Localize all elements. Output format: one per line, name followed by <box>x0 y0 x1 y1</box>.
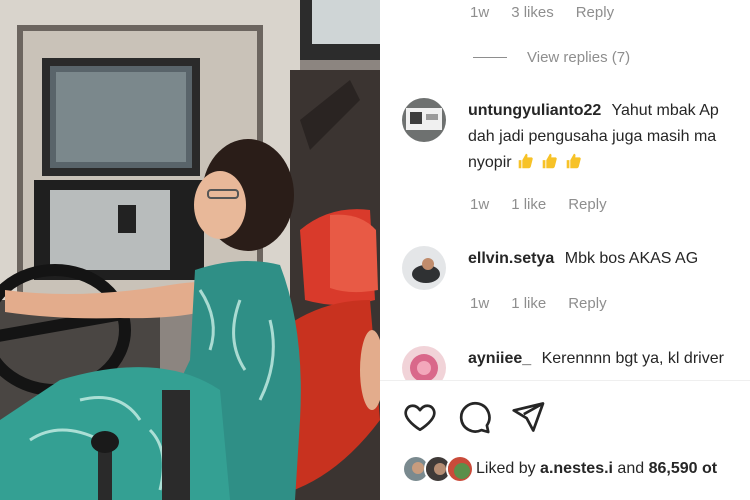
reply-button[interactable]: Reply <box>568 295 606 312</box>
thumbs-up-emoji <box>542 153 557 169</box>
bus-driver-photo <box>0 0 380 500</box>
reply-meta: 1w 3 likes Reply <box>470 4 614 21</box>
avatar[interactable] <box>402 246 446 290</box>
comment-text: Yahut mbak Ap <box>611 102 719 119</box>
comment-text: dah jadi pengusaha juga masih ma <box>468 128 717 145</box>
comment-item: untungyulianto22 Yahut mbak Ap dah jadi … <box>402 98 750 176</box>
avatar-image <box>402 246 446 290</box>
comment-time: 1w <box>470 295 490 312</box>
heart-icon[interactable] <box>402 399 438 435</box>
thumbs-up-emoji <box>518 153 533 169</box>
action-icons <box>402 399 546 435</box>
comment-text: Kerennnn bgt ya, kl driver <box>541 350 724 367</box>
avatar <box>446 455 474 483</box>
liked-by-row[interactable]: Liked by a.nestes.i and 86,590 ot <box>402 455 717 483</box>
comment-meta: 1w 1 like Reply <box>470 295 607 312</box>
avatar-image <box>402 346 446 380</box>
comment-body: untungyulianto22 Yahut mbak Ap dah jadi … <box>468 98 719 176</box>
post-media-image[interactable] <box>0 0 380 500</box>
liked-by-count[interactable]: 86,590 ot <box>649 460 717 477</box>
avatar[interactable] <box>402 98 446 142</box>
comment-username[interactable]: untungyulianto22 <box>468 102 601 119</box>
post-action-bar: Liked by a.nestes.i and 86,590 ot <box>380 380 750 500</box>
avatar[interactable] <box>402 346 446 380</box>
view-replies-label: View replies (7) <box>527 49 631 66</box>
comment-icon[interactable] <box>456 399 492 435</box>
comment-likes[interactable]: 1 like <box>511 295 546 312</box>
comment-likes[interactable]: 3 likes <box>511 4 554 21</box>
replies-divider-line <box>473 57 507 58</box>
view-replies-button[interactable]: View replies (7) <box>473 49 630 66</box>
comment-text: nyopir <box>468 154 512 171</box>
liked-by-prefix: Liked by <box>476 460 541 477</box>
comment-time: 1w <box>470 4 490 21</box>
comments-panel[interactable]: 1w 3 likes Reply View replies (7) untung… <box>380 0 750 380</box>
comment-time: 1w <box>470 196 490 213</box>
comment-item: ellvin.setya Mbk bos AKAS AG <box>402 246 750 290</box>
comment-body: ayniiee_ Kerennnn bgt ya, kl driver <box>468 346 724 380</box>
liker-avatars <box>402 455 476 483</box>
liked-by-text: Liked by a.nestes.i and 86,590 ot <box>476 460 717 478</box>
avatar-image <box>402 98 446 142</box>
thumbs-up-emoji-group <box>516 153 588 171</box>
comment-body: ellvin.setya Mbk bos AKAS AG <box>468 246 698 290</box>
liked-by-username[interactable]: a.nestes.i <box>540 460 613 477</box>
comment-item: ayniiee_ Kerennnn bgt ya, kl driver <box>402 346 750 380</box>
comment-meta: 1w 1 like Reply <box>470 196 607 213</box>
reply-button[interactable]: Reply <box>576 4 614 21</box>
comment-username[interactable]: ellvin.setya <box>468 250 554 267</box>
comment-text: Mbk bos AKAS AG <box>564 250 699 267</box>
send-icon[interactable] <box>510 399 546 435</box>
liked-by-connector: and <box>612 460 649 477</box>
reply-button[interactable]: Reply <box>568 196 606 213</box>
comment-likes[interactable]: 1 like <box>511 196 546 213</box>
comment-username[interactable]: ayniiee_ <box>468 350 531 367</box>
thumbs-up-emoji <box>566 153 581 169</box>
